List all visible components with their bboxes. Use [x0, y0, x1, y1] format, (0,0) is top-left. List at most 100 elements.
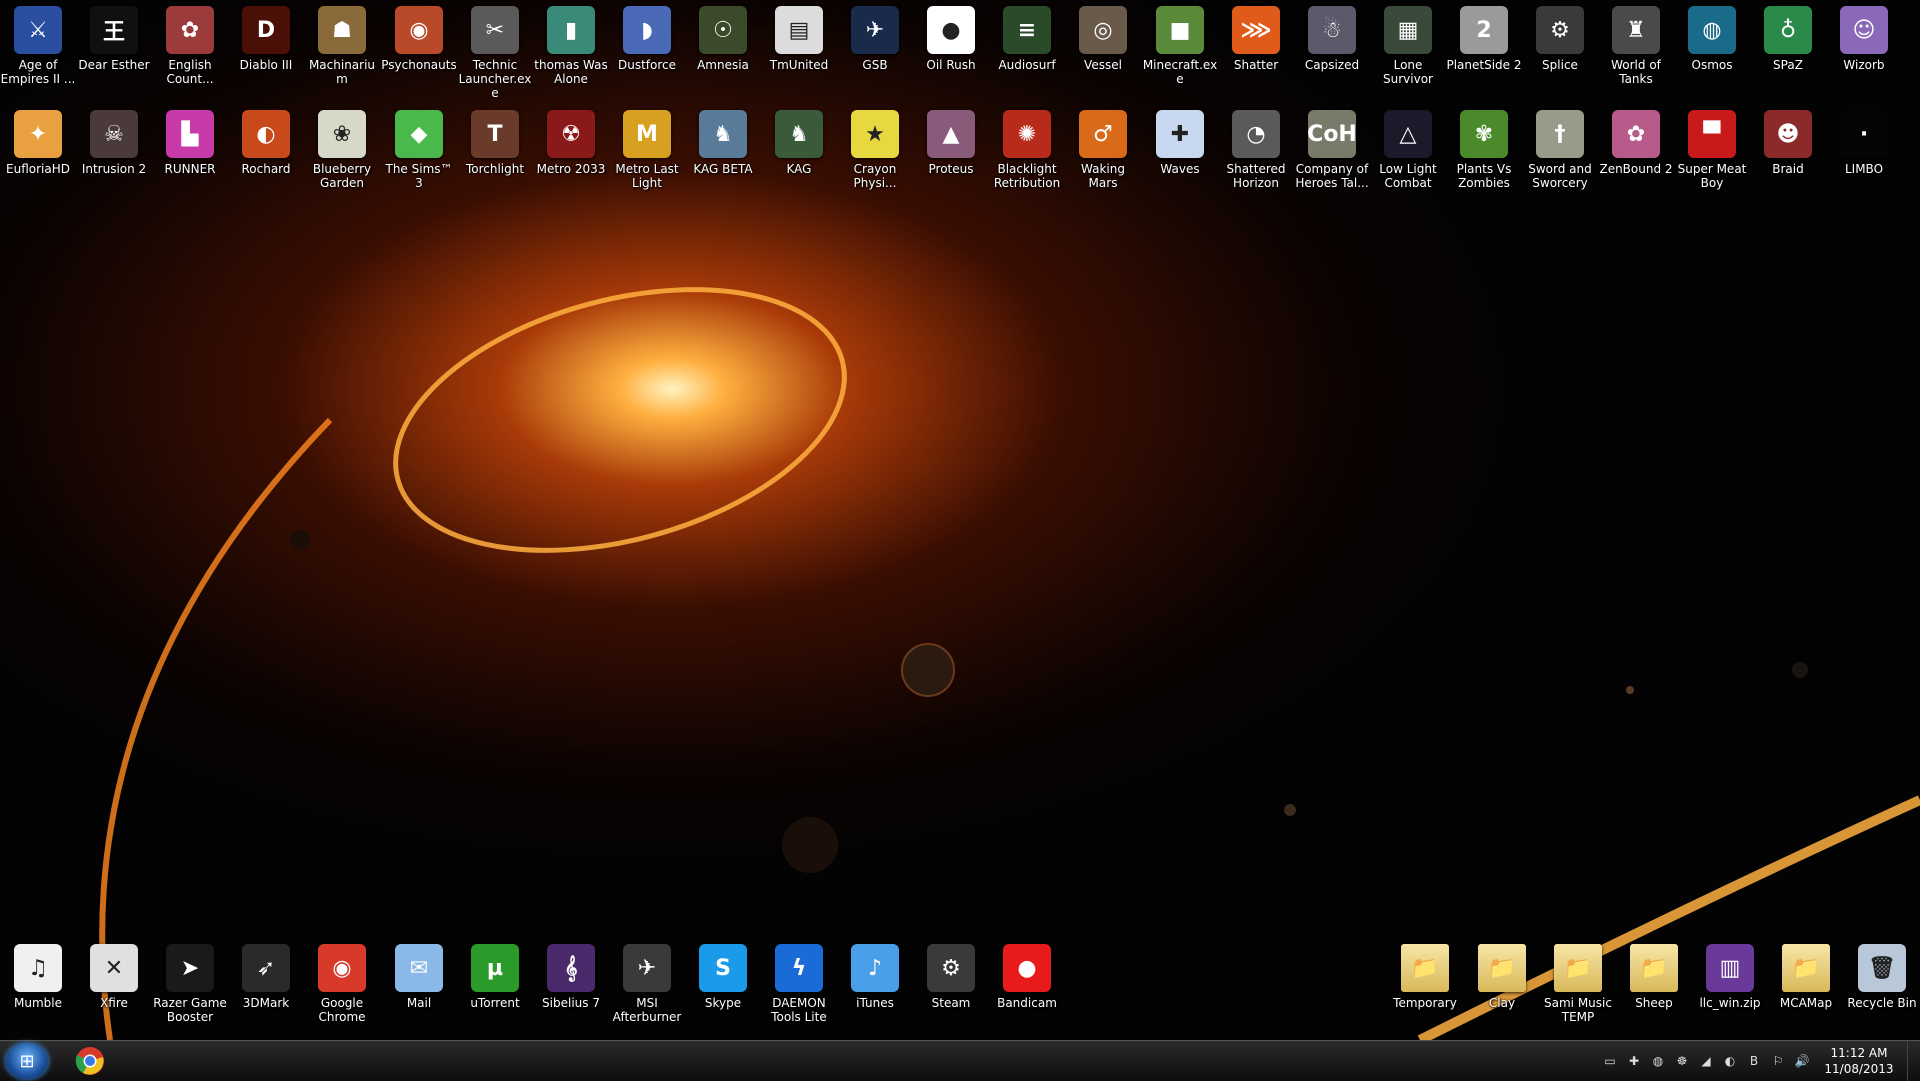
update-icon[interactable]: ◐ [1722, 1053, 1738, 1069]
desktop-icon[interactable]: M Metro Last Light [609, 106, 685, 206]
the-sims-3-icon: ◆ [395, 110, 443, 158]
volume-icon[interactable]: 🔊 [1794, 1053, 1810, 1069]
desktop-icon[interactable]: ϟ DAEMON Tools Lite [761, 940, 837, 1040]
desktop-icon[interactable]: ⚙ Steam [913, 940, 989, 1040]
security-icon[interactable]: ◍ [1650, 1053, 1666, 1069]
desktop-icon[interactable]: ☠ Intrusion 2 [76, 106, 152, 206]
desktop-icon[interactable]: ◍ Osmos [1674, 2, 1750, 102]
desktop-icon[interactable]: ▮ thomas Was Alone [533, 2, 609, 102]
shield-icon[interactable]: ☸ [1674, 1053, 1690, 1069]
zenbound-2-icon: ✿ [1612, 110, 1660, 158]
bluetooth-icon[interactable]: B [1746, 1053, 1762, 1069]
desktop-icon[interactable]: ◗ Dustforce [609, 2, 685, 102]
desktop-icon[interactable]: ◆ The Sims™ 3 [381, 106, 457, 206]
desktop-icon[interactable]: ✦ EufloriaHD [0, 106, 76, 206]
desktop-icon[interactable]: ♜ World of Tanks [1598, 2, 1674, 102]
desktop-icon[interactable]: µ uTorrent [457, 940, 533, 1040]
desktop-icon-label: Vessel [1084, 58, 1122, 72]
desktop-icon[interactable]: ■ Minecraft.exe [1142, 2, 1218, 102]
desktop-icon[interactable]: ▥ llc_win.zip [1692, 940, 1768, 1040]
desktop-icon[interactable]: ● Oil Rush [913, 2, 989, 102]
desktop-icon[interactable]: ✿ ZenBound 2 [1598, 106, 1674, 206]
desktop-icon-label: Mumble [14, 996, 62, 1010]
desktop-icon[interactable]: 📁 MCAMap [1768, 940, 1844, 1040]
desktop-icon-label: GSB [862, 58, 888, 72]
desktop-icon[interactable]: △ Low Light Combat [1370, 106, 1446, 206]
desktop-icon[interactable]: ✉ Mail [381, 940, 457, 1040]
desktop-icon[interactable]: ★ Crayon Physi... [837, 106, 913, 206]
amnesia-icon: ☉ [699, 6, 747, 54]
desktop-icon[interactable]: 王 Dear Esther [76, 2, 152, 102]
desktop-icon[interactable]: ☢ Metro 2033 [533, 106, 609, 206]
desktop-icon-label: Waking Mars [1081, 162, 1125, 190]
desktop-icon[interactable]: ⚙ Splice [1522, 2, 1598, 102]
desktop-icon[interactable]: ✈ MSI Afterburner [609, 940, 685, 1040]
desktop-icon[interactable]: ♫ Mumble [0, 940, 76, 1040]
show-desktop-button[interactable] [1907, 1041, 1920, 1081]
action-center-icon[interactable]: ⚐ [1770, 1053, 1786, 1069]
msi-afterburner-icon: ✈ [623, 944, 671, 992]
desktop-icon[interactable]: ⋙ Shatter [1218, 2, 1294, 102]
desktop-icon[interactable]: ☺ Wizorb [1826, 2, 1902, 102]
desktop-icon[interactable]: ◉ Psychonauts [381, 2, 457, 102]
desktop-icon[interactable]: 📁 Clay [1464, 940, 1540, 1040]
desktop-icon[interactable]: 📁 Sami Music TEMP [1540, 940, 1616, 1040]
desktop-icon[interactable]: S Skype [685, 940, 761, 1040]
desktop-icon[interactable]: ♞ KAG BETA [685, 106, 761, 206]
desktop-icon[interactable]: ➶ 3DMark [228, 940, 304, 1040]
desktop-icon[interactable]: ✺ Blacklight Retribution [989, 106, 1065, 206]
desktop-icon[interactable]: ✚ Waves [1142, 106, 1218, 206]
razer-game-booster-icon: ➤ [166, 944, 214, 992]
desktop-icon[interactable]: ✿ English Count... [152, 2, 228, 102]
taskbar-chrome-button[interactable] [68, 1044, 112, 1078]
desktop-icon[interactable]: T Torchlight [457, 106, 533, 206]
desktop-icon[interactable]: ▦ Lone Survivor [1370, 2, 1446, 102]
desktop-icon[interactable]: ▲ Proteus [913, 106, 989, 206]
desktop-icon-label: SPaZ [1773, 58, 1803, 72]
battery-icon[interactable]: ✚ [1626, 1053, 1642, 1069]
desktop-icon[interactable]: ✈ GSB [837, 2, 913, 102]
desktop-icon[interactable]: ▙ RUNNER [152, 106, 228, 206]
desktop-icon-label: Steam [931, 996, 971, 1010]
desktop-icon[interactable]: ☗ Machinarium [304, 2, 380, 102]
desktop-icon[interactable]: ◎ Vessel [1065, 2, 1141, 102]
desktop-icon[interactable]: ◔ Shattered Horizon [1218, 106, 1294, 206]
network-icon[interactable]: ▭ [1602, 1053, 1618, 1069]
desktop-icon[interactable]: ☻ Braid [1750, 106, 1826, 206]
desktop-icon[interactable]: ◐ Rochard [228, 106, 304, 206]
desktop-icon[interactable]: ≡ Audiosurf [989, 2, 1065, 102]
desktop-icon-label: Waves [1160, 162, 1200, 176]
desktop-icon[interactable]: 📁 Sheep [1616, 940, 1692, 1040]
desktop-icon[interactable]: D Diablo III [228, 2, 304, 102]
taskbar-clock[interactable]: 11:12 AM 11/08/2013 [1814, 1045, 1904, 1077]
nvidia-icon[interactable]: ◢ [1698, 1053, 1714, 1069]
desktop-icon[interactable]: † Sword and Sworcery [1522, 106, 1598, 206]
desktop-icon[interactable]: 🗑 Recycle Bin [1844, 940, 1920, 1040]
desktop-icon-label: Dear Esther [78, 58, 150, 72]
desktop-icon[interactable]: ● Bandicam [989, 940, 1065, 1040]
desktop-icon[interactable]: ➤ Razer Game Booster [152, 940, 228, 1040]
desktop-icon-label: Diablo III [239, 58, 293, 72]
desktop-icon[interactable]: 2 PlanetSide 2 [1446, 2, 1522, 102]
desktop-icon[interactable]: ✕ Xfire [76, 940, 152, 1040]
desktop-icon[interactable]: ☉ Amnesia [685, 2, 761, 102]
desktop-icon[interactable]: · LIMBO [1826, 106, 1902, 206]
desktop-icon[interactable]: ◉ Google Chrome [304, 940, 380, 1040]
desktop-icon[interactable]: ♂ Waking Mars [1065, 106, 1141, 206]
desktop-icon[interactable]: ⚔ Age of Empires II ... [0, 2, 76, 102]
desktop-icon-label: 3DMark [242, 996, 290, 1010]
desktop-icon[interactable]: ♁ SPaZ [1750, 2, 1826, 102]
desktop-icon[interactable]: ♪ iTunes [837, 940, 913, 1040]
desktop-icon[interactable]: ☃ Capsized [1294, 2, 1370, 102]
desktop-icon[interactable]: 𝄞 Sibelius 7 [533, 940, 609, 1040]
desktop-icon[interactable]: ▀ Super Meat Boy [1674, 106, 1750, 206]
desktop-icon[interactable]: ✾ Plants Vs Zombies [1446, 106, 1522, 206]
desktop-icon[interactable]: ❀ Blueberry Garden [304, 106, 380, 206]
system-tray: ▭ ✚ ◍ ☸ ◢ ◐ B ⚐ 🔊 [1602, 1053, 1810, 1069]
start-button[interactable]: ⊞ [6, 1043, 48, 1079]
desktop-icon[interactable]: 📁 Temporary [1387, 940, 1463, 1040]
desktop-icon[interactable]: ♞ KAG [761, 106, 837, 206]
desktop-icon[interactable]: ▤ TmUnited [761, 2, 837, 102]
desktop-icon[interactable]: CoH Company of Heroes Tal... [1294, 106, 1370, 206]
desktop-icon[interactable]: ✂ Technic Launcher.exe [457, 2, 533, 102]
